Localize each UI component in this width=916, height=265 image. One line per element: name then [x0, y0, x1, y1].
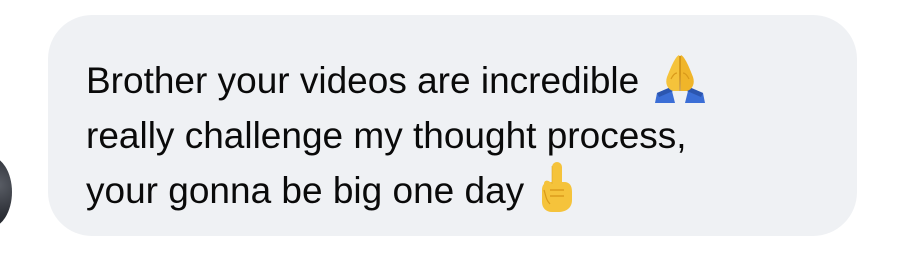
message-line: Brother your videos are incredible — [86, 53, 837, 108]
message-line-text: really challenge my thought process, — [86, 115, 687, 156]
message-text: Brother your videos are incredible reall… — [86, 53, 837, 218]
index-pointing-up-icon — [536, 160, 576, 214]
message-line: your gonna be big one day — [86, 160, 837, 218]
sender-avatar[interactable] — [0, 156, 12, 228]
message-bubble[interactable]: Brother your videos are incredible reall… — [48, 15, 857, 236]
message-line-text: Brother your videos are incredible — [86, 60, 640, 101]
folded-hands-icon — [651, 53, 709, 105]
message-line: really challenge my thought process, — [86, 108, 837, 163]
chat-thread: Brother your videos are incredible reall… — [0, 0, 916, 265]
message-line-text: your gonna be big one day — [86, 170, 525, 211]
